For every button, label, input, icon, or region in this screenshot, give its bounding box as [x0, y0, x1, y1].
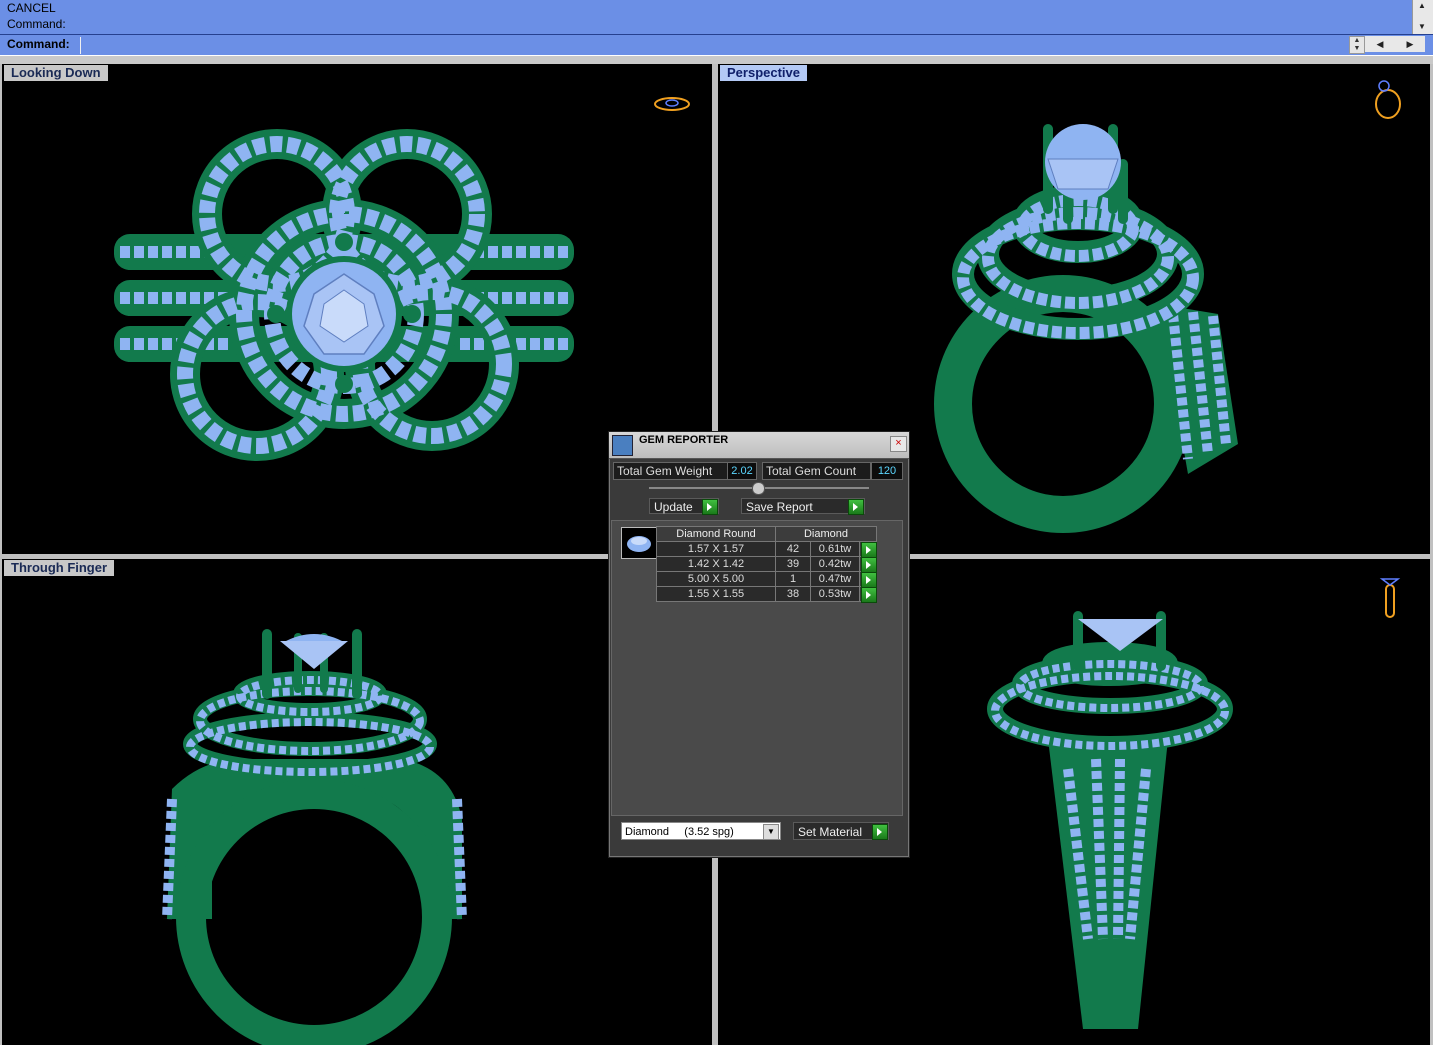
gem-count: 42 [775, 541, 811, 557]
view-orientation-icon [654, 97, 690, 111]
gem-reporter-dialog: GEM REPORTER × Total Gem Weight 2.02 Tot… [608, 431, 910, 858]
gem-weight: 0.61tw [810, 541, 860, 557]
gem-count: 38 [775, 586, 811, 602]
gem-reporter-icon [612, 435, 633, 456]
set-material-label: Set Material [798, 825, 863, 839]
history-line: Command: [7, 17, 66, 31]
set-material-button[interactable]: Set Material [793, 822, 889, 840]
command-prompt-label: Command: [7, 37, 70, 51]
gem-weight: 0.53tw [810, 586, 860, 602]
go-arrow-icon [861, 587, 877, 603]
dialog-title: GEM REPORTER [639, 434, 729, 446]
command-history: CANCEL Command: ▲ ▼ [0, 0, 1433, 34]
history-scrollbar[interactable]: ▲ ▼ [1412, 0, 1433, 34]
scroll-down-icon[interactable]: ▼ [1418, 22, 1426, 31]
gem-weight: 0.42tw [810, 556, 860, 572]
collapse-handle[interactable] [752, 482, 765, 495]
scroll-left-icon[interactable]: ◀ [1365, 36, 1395, 52]
view-orientation-icon [1379, 578, 1401, 618]
go-arrow-icon [702, 499, 718, 515]
row-select-button[interactable] [859, 541, 877, 558]
table-row[interactable]: 1.55 X 1.55 38 0.53tw [656, 586, 877, 603]
scroll-up-icon[interactable]: ▲ [1418, 1, 1426, 10]
total-count-value: 120 [871, 462, 903, 480]
shape-header: Diamond Round [656, 526, 776, 542]
go-arrow-icon [872, 824, 888, 840]
viewport-looking-down[interactable]: Looking Down [2, 64, 712, 554]
ring-front-view [162, 629, 467, 1045]
table-row[interactable]: 5.00 X 5.00 1 0.47tw [656, 571, 877, 588]
ring-top-view [114, 129, 574, 461]
material-select[interactable]: Diamond (3.52 spg) ▼ [621, 822, 781, 840]
row-select-button[interactable] [859, 571, 877, 588]
gem-size: 1.42 X 1.42 [656, 556, 776, 572]
command-separator [0, 55, 1433, 64]
command-spinner[interactable]: ▲ ▼ [1349, 36, 1365, 54]
update-label: Update [654, 500, 693, 514]
row-select-button[interactable] [859, 586, 877, 603]
save-report-label: Save Report [746, 500, 813, 514]
table-row[interactable]: 1.42 X 1.42 39 0.42tw [656, 556, 877, 573]
close-icon[interactable]: × [890, 436, 907, 452]
chevron-down-icon[interactable]: ▼ [763, 824, 779, 840]
total-count-label: Total Gem Count [762, 462, 871, 480]
viewport-title: Perspective [720, 65, 807, 81]
gem-shape-icon [627, 536, 651, 552]
viewport-through-finger[interactable]: Through Finger [2, 559, 712, 1045]
gem-thumbnail[interactable] [621, 527, 657, 559]
gem-size: 1.57 X 1.57 [656, 541, 776, 557]
gem-size: 5.00 X 5.00 [656, 571, 776, 587]
total-weight-label: Total Gem Weight [613, 462, 728, 480]
update-button[interactable]: Update [649, 498, 719, 515]
table-row[interactable]: 1.57 X 1.57 42 0.61tw [656, 541, 877, 558]
material-header: Diamond [775, 526, 877, 542]
dialog-titlebar[interactable]: GEM REPORTER × [609, 432, 909, 459]
row-select-button[interactable] [859, 556, 877, 573]
command-line: Command: [0, 34, 1433, 55]
viewport-title: Through Finger [4, 560, 115, 576]
gem-size: 1.55 X 1.55 [656, 586, 776, 602]
view-orientation-icon [1375, 80, 1401, 119]
material-select-value: Diamond (3.52 spg) [625, 826, 734, 838]
gem-table: Diamond Round Diamond 1.57 X 1.57 42 0.6… [656, 526, 877, 603]
viewport-title: Looking Down [4, 65, 108, 81]
gem-list-panel: Diamond Round Diamond 1.57 X 1.57 42 0.6… [611, 520, 903, 816]
scroll-right-icon[interactable]: ▶ [1395, 36, 1425, 52]
save-report-button[interactable]: Save Report [741, 498, 865, 515]
go-arrow-icon [848, 499, 864, 515]
gem-count: 39 [775, 556, 811, 572]
gem-count: 1 [775, 571, 811, 587]
command-input[interactable] [80, 37, 1350, 54]
total-weight-value: 2.02 [727, 462, 757, 480]
history-line: CANCEL [7, 1, 56, 15]
gem-weight: 0.47tw [810, 571, 860, 587]
